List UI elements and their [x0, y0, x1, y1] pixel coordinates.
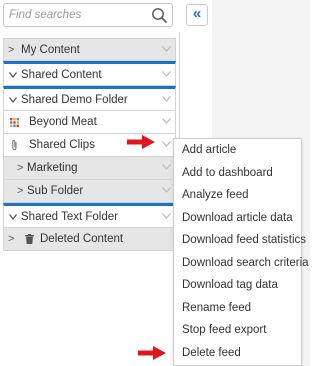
tree-item-deleted-content[interactable]: > Deleted Content	[3, 228, 176, 251]
tree-item-label: Sub Folder	[27, 185, 84, 197]
chevron-down-icon[interactable]	[162, 71, 171, 77]
chevron-right-icon[interactable]: >	[17, 157, 23, 179]
menu-item-delete-feed[interactable]: Delete feed	[182, 342, 241, 364]
chevron-down-icon[interactable]	[162, 96, 171, 102]
tree-item-my-content[interactable]: > My Content	[3, 38, 176, 61]
chevron-down-icon[interactable]	[162, 118, 171, 124]
chevron-down-icon[interactable]	[162, 141, 171, 147]
trash-icon	[25, 234, 34, 244]
collapse-panel-button[interactable]: «	[186, 4, 208, 26]
chevron-down-icon[interactable]	[162, 46, 171, 52]
menu-item-analyze-feed[interactable]: Analyze feed	[182, 184, 249, 206]
tree-item-label: Marketing	[27, 162, 78, 174]
menu-item-download-feed-statistics[interactable]: Download feed statistics	[182, 229, 306, 251]
tree-item-label: Shared Text Folder	[21, 211, 118, 223]
chevron-right-icon[interactable]: >	[8, 39, 14, 61]
tree-item-label: Beyond Meat	[29, 116, 97, 128]
menu-item-rename-feed[interactable]: Rename feed	[182, 297, 251, 319]
tree-item-label: My Content	[21, 44, 80, 56]
tree-item-label: Shared Clips	[29, 139, 95, 151]
search-input[interactable]	[9, 7, 149, 23]
red-arrow-icon	[127, 135, 155, 149]
chevron-right-icon[interactable]: >	[8, 228, 14, 250]
tree-item-shared-text-folder[interactable]: Shared Text Folder	[3, 203, 176, 228]
tree-item-shared-content[interactable]: Shared Content	[3, 61, 176, 86]
red-arrow-icon	[138, 346, 166, 360]
menu-item-download-search-criteria[interactable]: Download search criteria	[182, 252, 309, 274]
search-box[interactable]	[3, 3, 173, 27]
chevron-down-icon[interactable]	[9, 97, 17, 103]
paperclip-icon	[12, 140, 17, 151]
tree-item-marketing[interactable]: > Marketing	[3, 157, 176, 180]
double-chevron-left-icon: «	[192, 5, 202, 22]
tree-item-label: Shared Demo Folder	[21, 94, 128, 106]
menu-item-download-article-data[interactable]: Download article data	[182, 207, 293, 229]
search-icon[interactable]	[151, 7, 168, 24]
tree-item-shared-demo-folder[interactable]: Shared Demo Folder	[3, 86, 176, 111]
menu-item-add-to-dashboard[interactable]: Add to dashboard	[182, 162, 273, 184]
chevron-down-icon[interactable]	[162, 164, 171, 170]
chevron-down-icon[interactable]	[162, 213, 171, 219]
chevron-down-icon[interactable]	[9, 214, 17, 220]
tree-item-label: Deleted Content	[40, 233, 124, 245]
menu-item-stop-feed-export[interactable]: Stop feed export	[182, 319, 266, 341]
tree-item-beyond-meat[interactable]: Beyond Meat	[3, 111, 176, 134]
menu-item-download-tag-data[interactable]: Download tag data	[182, 274, 278, 296]
tree-item-sub-folder[interactable]: > Sub Folder	[3, 180, 176, 203]
grid-icon	[10, 118, 19, 127]
menu-item-add-article[interactable]: Add article	[182, 139, 236, 161]
context-menu: Add article Add to dashboard Analyze fee…	[173, 138, 309, 366]
chevron-down-icon[interactable]	[162, 187, 171, 193]
chevron-right-icon[interactable]: >	[17, 180, 23, 202]
chevron-down-icon[interactable]	[9, 72, 17, 78]
tree-item-label: Shared Content	[21, 69, 102, 81]
